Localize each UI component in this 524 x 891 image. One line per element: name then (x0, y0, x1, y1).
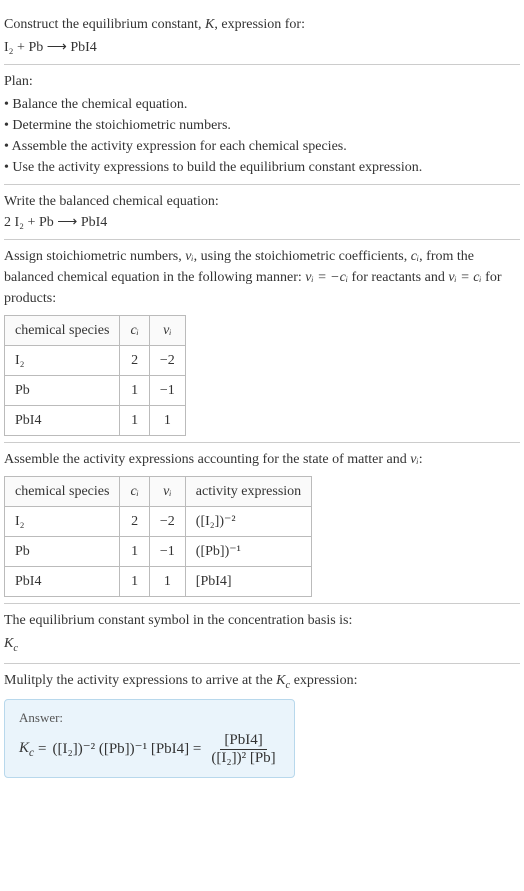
cell-nu: −1 (149, 376, 185, 406)
table-row: I₂ 2 −2 (5, 346, 186, 376)
table-row: PbI4 1 1 [PbI4] (5, 567, 312, 597)
th-species: chemical species (5, 477, 120, 507)
balanced-eq-lhs: 2 I₂ + Pb (4, 215, 54, 230)
cell-species: I₂ (5, 507, 120, 537)
th-nu: νᵢ (149, 316, 185, 346)
balanced-eq-arrow: ⟶ (57, 215, 77, 230)
cell-nu: −1 (149, 537, 185, 567)
intro-title-post: , expression for: (214, 17, 305, 32)
th-species: chemical species (5, 316, 120, 346)
cell-ci: 1 (120, 376, 149, 406)
multiply-text-post: expression: (290, 673, 357, 688)
answer-mid: ([I₂])⁻² ([Pb])⁻¹ [PbI4] = (52, 738, 201, 761)
cell-ci: 2 (120, 346, 149, 376)
intro-section: Construct the equilibrium constant, K, e… (4, 8, 520, 65)
multiply-text: Mulitply the activity expressions to arr… (4, 670, 520, 694)
activity-section: Assemble the activity expressions accoun… (4, 443, 520, 604)
plan-item: • Use the activity expressions to build … (4, 157, 520, 178)
stoich-rel-products: νᵢ = cᵢ (448, 270, 481, 285)
table-row: Pb 1 −1 ([Pb])⁻¹ (5, 537, 312, 567)
cell-species: PbI4 (5, 406, 120, 436)
table-header-row: chemical species cᵢ νᵢ (5, 316, 186, 346)
cell-species: I₂ (5, 346, 120, 376)
cell-nu: −2 (149, 507, 185, 537)
answer-box: Answer: Kc = ([I₂])⁻² ([Pb])⁻¹ [PbI4] = … (4, 699, 295, 778)
stoich-section: Assign stoichiometric numbers, νᵢ, using… (4, 240, 520, 443)
symbol-text: The equilibrium constant symbol in the c… (4, 610, 520, 631)
cell-expr: [PbI4] (185, 567, 311, 597)
frac-den: ([I₂])² [Pb] (207, 750, 279, 767)
table-row: Pb 1 −1 (5, 376, 186, 406)
answer-lhs: Kc = (19, 737, 46, 762)
stoich-text-mid1: , using the stoichiometric coefficients, (194, 249, 411, 264)
balanced-heading: Write the balanced chemical equation: (4, 191, 520, 212)
cell-species: Pb (5, 376, 120, 406)
cell-nu: 1 (149, 567, 185, 597)
answer-fraction: [PbI4] ([I₂])² [Pb] (207, 732, 279, 768)
multiply-kc-k: K (276, 673, 285, 688)
plan-section: Plan: • Balance the chemical equation. •… (4, 65, 520, 185)
plan-item: • Balance the chemical equation. (4, 94, 520, 115)
kc-sub: c (13, 643, 18, 654)
cell-species: Pb (5, 537, 120, 567)
intro-eq-rhs: PbI4 (70, 40, 96, 55)
intro-title-k: K (205, 17, 214, 32)
th-ci: cᵢ (120, 477, 149, 507)
intro-equation: I₂ + Pb ⟶ PbI4 (4, 37, 520, 58)
stoich-text-mid3: for reactants and (348, 270, 448, 285)
th-nu: νᵢ (149, 477, 185, 507)
symbol-section: The equilibrium constant symbol in the c… (4, 604, 520, 664)
cell-ci: 1 (120, 406, 149, 436)
intro-title-pre: Construct the equilibrium constant, (4, 17, 205, 32)
table-header-row: chemical species cᵢ νᵢ activity expressi… (5, 477, 312, 507)
cell-ci: 2 (120, 507, 149, 537)
table-row: I₂ 2 −2 ([I₂])⁻² (5, 507, 312, 537)
plan-list: • Balance the chemical equation. • Deter… (4, 94, 520, 178)
frac-num: [PbI4] (220, 732, 266, 750)
activity-text-post: : (419, 452, 423, 467)
stoich-ci: cᵢ (411, 249, 419, 264)
cell-nu: −2 (149, 346, 185, 376)
cell-ci: 1 (120, 567, 149, 597)
cell-expr: ([I₂])⁻² (185, 507, 311, 537)
balanced-section: Write the balanced chemical equation: 2 … (4, 185, 520, 240)
stoich-text: Assign stoichiometric numbers, νᵢ, using… (4, 246, 520, 309)
balanced-equation: 2 I₂ + Pb ⟶ PbI4 (4, 212, 520, 233)
intro-title: Construct the equilibrium constant, K, e… (4, 14, 520, 35)
stoich-rel-reactants: νᵢ = −cᵢ (305, 270, 348, 285)
activity-table: chemical species cᵢ νᵢ activity expressi… (4, 476, 312, 597)
stoich-table: chemical species cᵢ νᵢ I₂ 2 −2 Pb 1 −1 P… (4, 315, 186, 436)
plan-item: • Assemble the activity expression for e… (4, 136, 520, 157)
cell-ci: 1 (120, 537, 149, 567)
multiply-section: Mulitply the activity expressions to arr… (4, 664, 520, 785)
table-row: PbI4 1 1 (5, 406, 186, 436)
plan-heading: Plan: (4, 71, 520, 92)
stoich-text-pre: Assign stoichiometric numbers, (4, 249, 185, 264)
activity-nu: νᵢ (410, 452, 418, 467)
kc-k: K (4, 636, 13, 651)
answer-label: Answer: (19, 708, 280, 728)
intro-eq-arrow: ⟶ (47, 40, 67, 55)
multiply-text-pre: Mulitply the activity expressions to arr… (4, 673, 276, 688)
intro-eq-lhs: I₂ + Pb (4, 40, 43, 55)
stoich-nu: νᵢ (185, 249, 193, 264)
answer-math: Kc = ([I₂])⁻² ([Pb])⁻¹ [PbI4] = [PbI4] (… (19, 732, 280, 768)
activity-text: Assemble the activity expressions accoun… (4, 449, 520, 470)
activity-text-pre: Assemble the activity expressions accoun… (4, 452, 410, 467)
cell-expr: ([Pb])⁻¹ (185, 537, 311, 567)
balanced-eq-rhs: PbI4 (81, 215, 107, 230)
plan-item: • Determine the stoichiometric numbers. (4, 115, 520, 136)
symbol-kc: Kc (4, 633, 520, 657)
cell-species: PbI4 (5, 567, 120, 597)
cell-nu: 1 (149, 406, 185, 436)
th-expr: activity expression (185, 477, 311, 507)
th-ci: cᵢ (120, 316, 149, 346)
